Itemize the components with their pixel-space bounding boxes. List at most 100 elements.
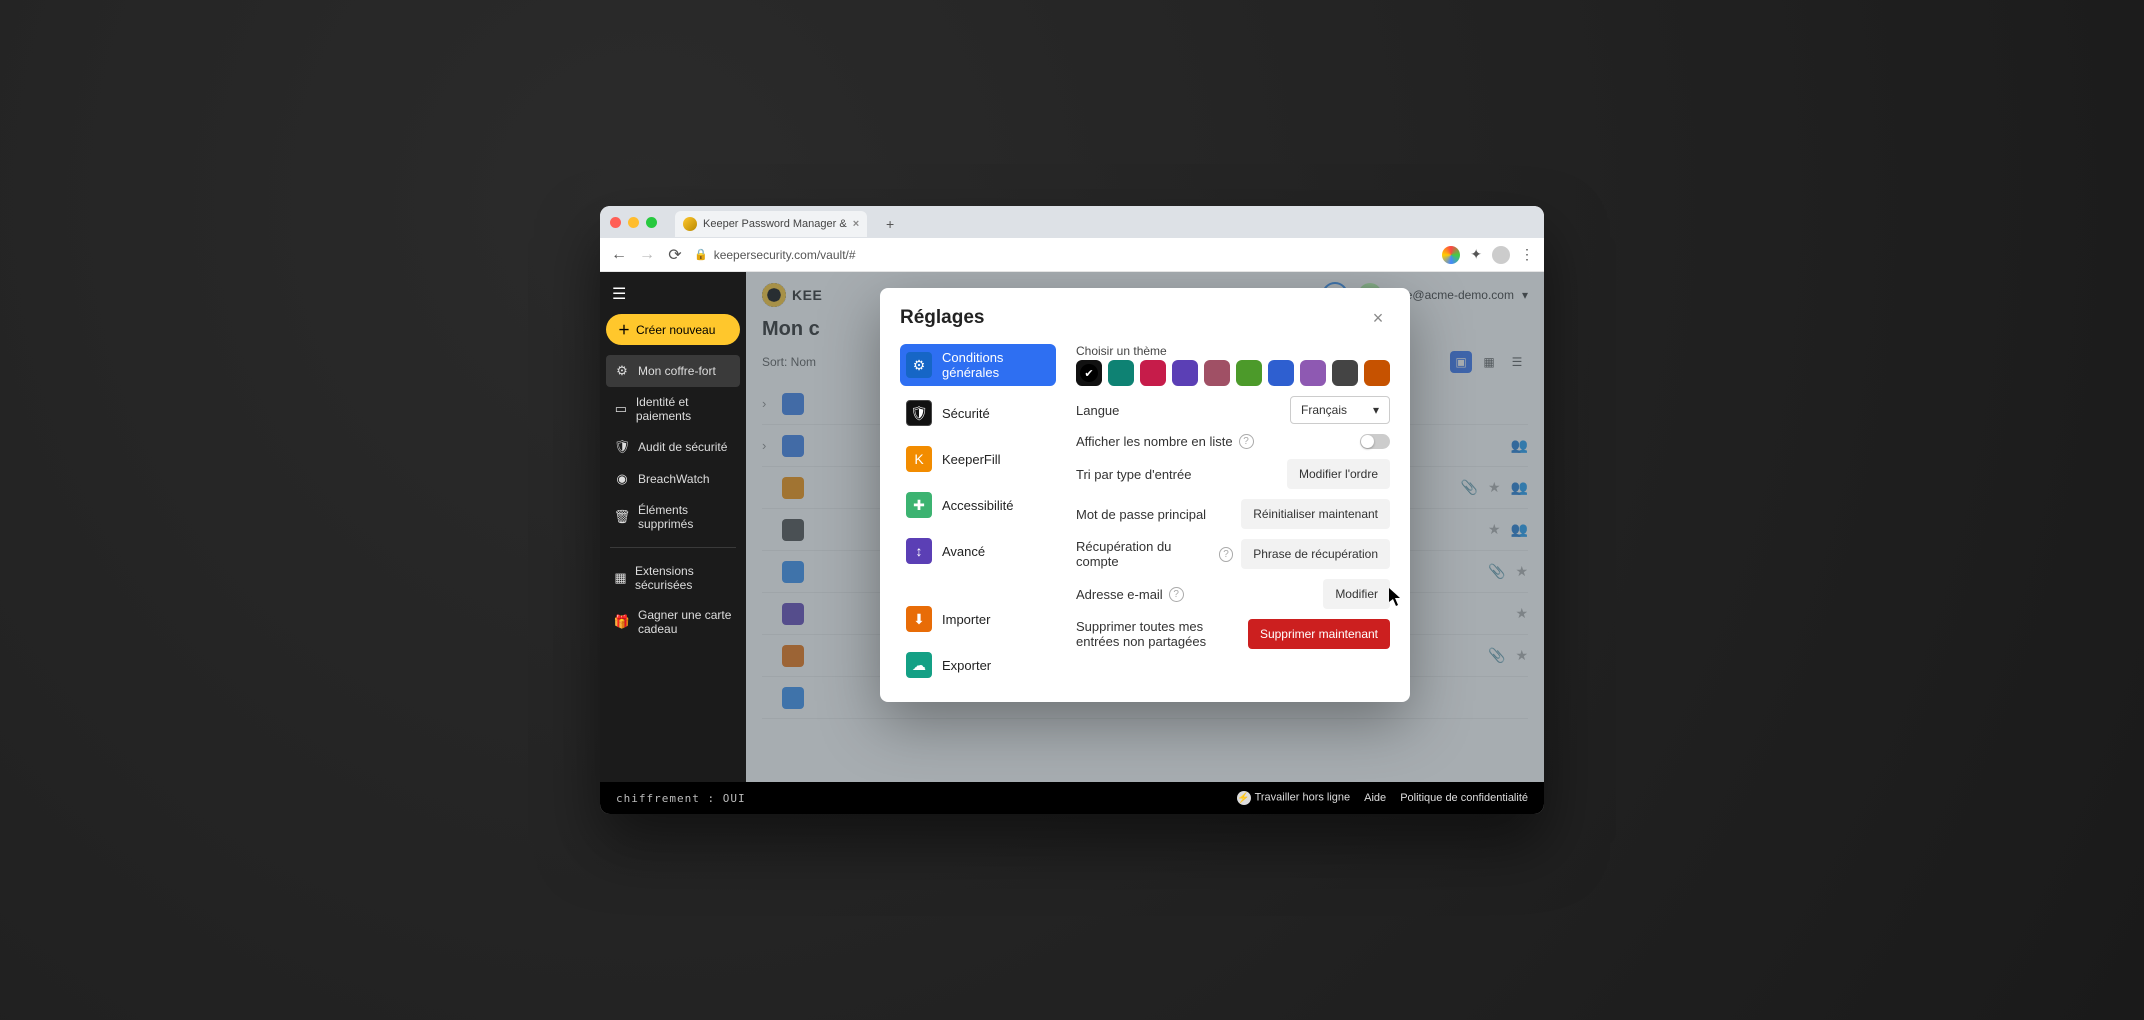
profile-icon[interactable]: [1492, 246, 1510, 264]
sort-type-label: Tri par type d'entrée: [1076, 467, 1279, 482]
close-icon[interactable]: ×: [1366, 306, 1390, 330]
sidebar-item-secure-extensions[interactable]: ▦ Extensions sécurisées: [606, 556, 740, 600]
theme-swatch[interactable]: [1300, 360, 1326, 386]
help-icon[interactable]: ?: [1219, 547, 1234, 562]
main-pane: KEE ✓ jane@acme-demo.com ▾ Mon c Sort: N…: [746, 272, 1544, 782]
theme-picker: [1076, 360, 1390, 386]
sidebar-item-breachwatch[interactable]: ◉ BreachWatch: [606, 463, 740, 495]
reload-button[interactable]: ⟳: [666, 245, 684, 265]
settings-tab-security[interactable]: 🛡 Sécurité: [900, 394, 1056, 432]
chrome-extensions: ✦ ⋮: [1442, 246, 1534, 264]
back-button[interactable]: ←: [610, 246, 628, 264]
theme-swatch[interactable]: [1172, 360, 1198, 386]
close-window-icon[interactable]: [610, 217, 621, 228]
settings-tab-accessibility[interactable]: ✚ Accessibilité: [900, 486, 1056, 524]
sidebar-item-label: Éléments supprimés: [638, 503, 732, 531]
theme-swatch[interactable]: [1204, 360, 1230, 386]
list-numbers-label: Afficher les nombre en liste: [1076, 434, 1233, 449]
sidebar-item-label: BreachWatch: [638, 472, 710, 486]
keeperfill-icon: K: [906, 446, 932, 472]
status-bar: chiffrement : OUI ⚡Travailler hors ligne…: [600, 782, 1544, 814]
browser-tab[interactable]: Keeper Password Manager & ×: [675, 211, 867, 237]
theme-swatch[interactable]: [1268, 360, 1294, 386]
settings-form: Choisir un thème: [1076, 344, 1390, 684]
master-password-label: Mot de passe principal: [1076, 507, 1233, 522]
theme-swatch[interactable]: [1332, 360, 1358, 386]
gear-icon: ⚙: [614, 363, 630, 379]
forward-button[interactable]: →: [638, 246, 656, 264]
plus-icon: ＋: [618, 321, 630, 338]
list-numbers-toggle[interactable]: [1360, 434, 1390, 449]
tab-label: Avancé: [942, 544, 1050, 559]
email-label: Adresse e-mail: [1076, 587, 1163, 602]
shield-icon: 🛡: [614, 439, 630, 455]
tab-label: Accessibilité: [942, 498, 1050, 513]
browser-window: Keeper Password Manager & × + ← → ⟳ 🔒 ke…: [600, 206, 1544, 814]
offline-icon: ⚡: [1237, 791, 1251, 805]
theme-swatch[interactable]: [1364, 360, 1390, 386]
new-tab-button[interactable]: +: [879, 213, 901, 235]
sidebar-item-security-audit[interactable]: 🛡 Audit de sécurité: [606, 431, 740, 463]
address-bar[interactable]: 🔒 keepersecurity.com/vault/#: [694, 248, 1432, 262]
chrome-menu-icon[interactable]: ⋮: [1520, 246, 1534, 263]
sidebar-item-vault[interactable]: ⚙ Mon coffre-fort: [606, 355, 740, 387]
language-value: Français: [1301, 403, 1347, 417]
help-icon[interactable]: ?: [1169, 587, 1184, 602]
gift-icon: 🎁: [614, 614, 630, 630]
sidebar-item-label: Identité et paiements: [636, 395, 732, 423]
tab-label: Conditions générales: [942, 350, 1050, 380]
card-icon: ▭: [614, 401, 628, 417]
lock-icon: 🔒: [694, 248, 708, 261]
chrome-tab-strip: Keeper Password Manager & × +: [600, 206, 1544, 238]
delete-now-button[interactable]: Supprimer maintenant: [1248, 619, 1390, 649]
menu-icon[interactable]: ☰: [606, 280, 740, 314]
maximize-window-icon[interactable]: [646, 217, 657, 228]
tab-label: KeeperFill: [942, 452, 1050, 467]
delete-all-label: Supprimer toutes mes entrées non partagé…: [1076, 619, 1240, 649]
sidebar-item-deleted[interactable]: 🗑 Éléments supprimés: [606, 495, 740, 539]
language-label: Langue: [1076, 403, 1282, 418]
url-text: keepersecurity.com/vault/#: [714, 248, 856, 262]
recovery-phrase-button[interactable]: Phrase de récupération: [1241, 539, 1390, 569]
theme-label: Choisir un thème: [1076, 344, 1390, 358]
settings-tab-keeperfill[interactable]: K KeeperFill: [900, 440, 1056, 478]
privacy-link[interactable]: Politique de confidentialité: [1400, 792, 1528, 804]
export-icon: ☁: [906, 652, 932, 678]
settings-tab-import[interactable]: ⬇ Importer: [900, 600, 1056, 638]
sidebar-item-identity[interactable]: ▭ Identité et paiements: [606, 387, 740, 431]
edit-order-button[interactable]: Modifier l'ordre: [1287, 459, 1390, 489]
extensions-menu-icon[interactable]: ✦: [1470, 246, 1482, 263]
create-button[interactable]: ＋ Créer nouveau: [606, 314, 740, 345]
sidebar-item-label: Gagner une carte cadeau: [638, 608, 732, 636]
sidebar-item-label: Mon coffre-fort: [638, 364, 716, 378]
help-icon[interactable]: ?: [1239, 434, 1254, 449]
offline-link[interactable]: Travailler hors ligne: [1255, 792, 1351, 804]
app-root: ☰ ＋ Créer nouveau ⚙ Mon coffre-fort ▭ Id…: [600, 272, 1544, 782]
tab-label: Sécurité: [942, 406, 1050, 421]
language-select[interactable]: Français ▾: [1290, 396, 1390, 424]
minimize-window-icon[interactable]: [628, 217, 639, 228]
advanced-icon: ↕: [906, 538, 932, 564]
sidebar-item-gift-card[interactable]: 🎁 Gagner une carte cadeau: [606, 600, 740, 644]
divider: [610, 547, 736, 548]
help-link[interactable]: Aide: [1364, 792, 1386, 804]
settings-tab-general[interactable]: ⚙ Conditions générales: [900, 344, 1056, 386]
sidebar-item-label: Extensions sécurisées: [635, 564, 732, 592]
settings-tab-export[interactable]: ☁ Exporter: [900, 646, 1056, 684]
sidebar: ☰ ＋ Créer nouveau ⚙ Mon coffre-fort ▭ Id…: [600, 272, 746, 782]
create-label: Créer nouveau: [636, 323, 715, 337]
extension-icon[interactable]: [1442, 246, 1460, 264]
theme-swatch[interactable]: [1076, 360, 1102, 386]
theme-swatch[interactable]: [1108, 360, 1134, 386]
target-icon: ◉: [614, 471, 630, 487]
theme-swatch[interactable]: [1236, 360, 1262, 386]
window-controls: [610, 217, 657, 228]
edit-email-button[interactable]: Modifier: [1323, 579, 1390, 609]
theme-swatch[interactable]: [1140, 360, 1166, 386]
tab-close-icon[interactable]: ×: [853, 218, 859, 230]
tab-label: Importer: [942, 612, 1050, 627]
settings-dialog: Réglages × ⚙ Conditions générales 🛡 Sécu…: [880, 288, 1410, 702]
trash-icon: 🗑: [614, 509, 630, 525]
reset-master-button[interactable]: Réinitialiser maintenant: [1241, 499, 1390, 529]
settings-tab-advanced[interactable]: ↕ Avancé: [900, 532, 1056, 570]
